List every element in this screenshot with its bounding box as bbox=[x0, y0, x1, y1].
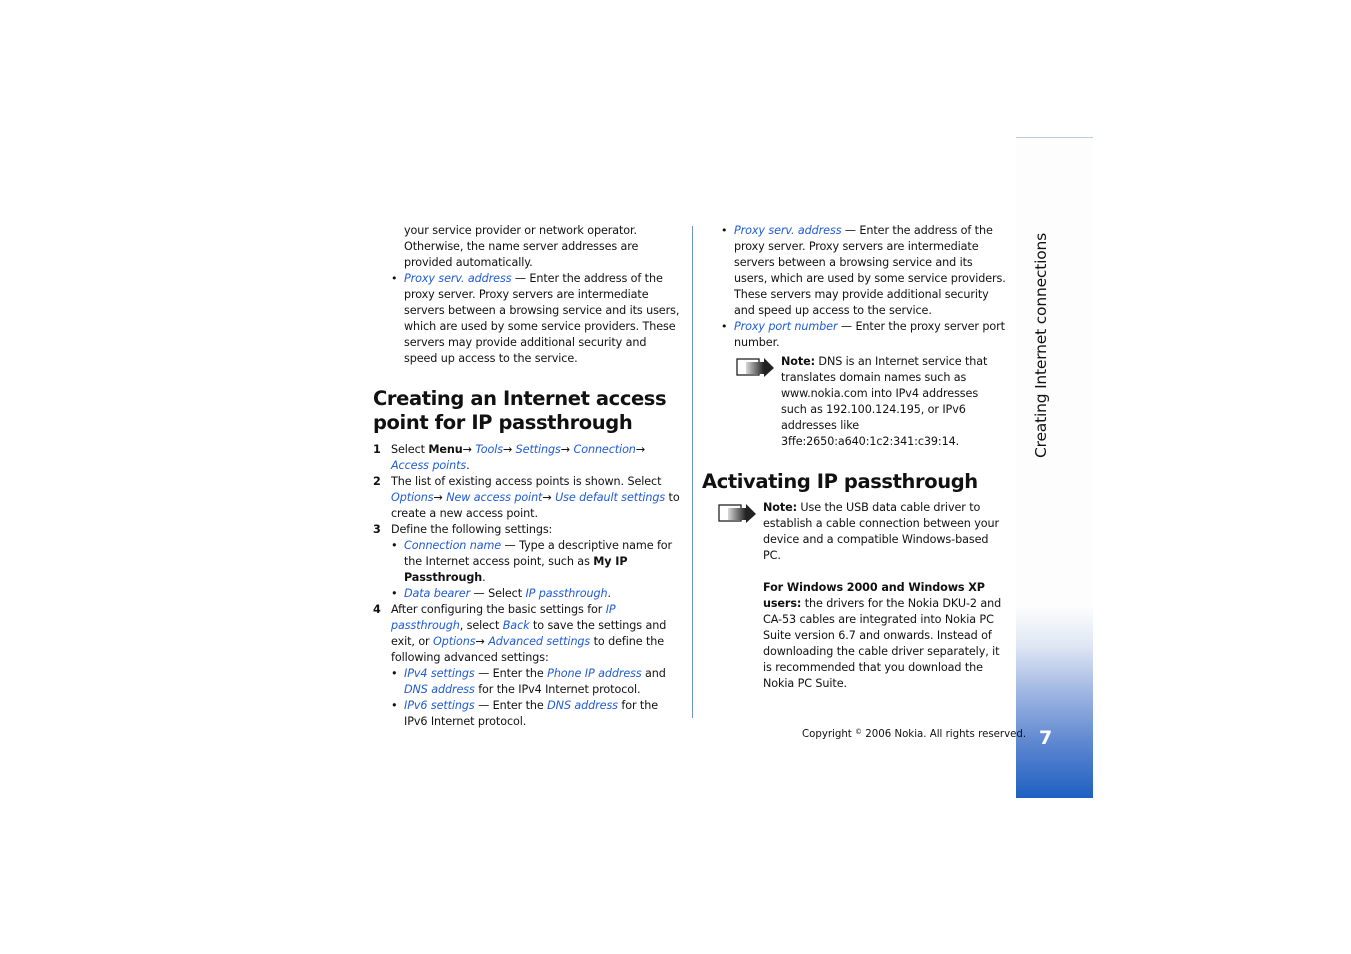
column-divider bbox=[692, 226, 693, 718]
section-heading-activating: Activating IP passthrough bbox=[702, 470, 978, 493]
bullet-text: — Enter the bbox=[474, 667, 548, 680]
step-4: 4 After configuring the basic settings fo… bbox=[373, 602, 683, 666]
arrow: → bbox=[433, 491, 447, 504]
step-text: Select bbox=[391, 443, 429, 456]
note-text: DNS is an Internet service that translat… bbox=[781, 355, 988, 448]
list-item-proxy-address: Proxy serv. address — Enter the address … bbox=[373, 271, 683, 367]
note-text: Use the USB data cable driver to establi… bbox=[763, 501, 1000, 562]
proxy-address-link[interactable]: Proxy serv. address bbox=[734, 224, 842, 237]
right-column: Proxy serv. address — Enter the address … bbox=[702, 223, 1007, 692]
copyright-suffix: 2006 Nokia. All rights reserved. bbox=[865, 729, 1027, 740]
dns-address-link[interactable]: DNS address bbox=[547, 699, 618, 712]
note-label: Note: bbox=[763, 501, 797, 514]
note-arrow-icon bbox=[718, 504, 756, 523]
period: . bbox=[482, 571, 486, 584]
period: . bbox=[466, 459, 470, 472]
new-access-point-link[interactable]: New access point bbox=[446, 491, 542, 504]
phone-ip-address-link[interactable]: Phone IP address bbox=[547, 667, 642, 680]
arrow: → bbox=[560, 443, 574, 456]
list-item-proxy-port: Proxy port number — Enter the proxy serv… bbox=[702, 319, 1007, 351]
step-text: Define the following settings: bbox=[391, 523, 553, 536]
back-link[interactable]: Back bbox=[503, 619, 530, 632]
list-item-ipv6-settings: IPv6 settings — Enter the DNS address fo… bbox=[373, 698, 683, 730]
windows-users-text: the drivers for the Nokia DKU-2 and CA-5… bbox=[763, 597, 1002, 690]
use-default-settings-link[interactable]: Use default settings bbox=[555, 491, 665, 504]
proxy-address-link[interactable]: Proxy serv. address bbox=[404, 272, 512, 285]
access-points-link[interactable]: Access points bbox=[391, 459, 466, 472]
dns-note: Note: DNS is an Internet service that tr… bbox=[702, 354, 1007, 450]
note-arrow-icon bbox=[736, 358, 774, 377]
period: . bbox=[607, 587, 612, 600]
usb-note: Note: Use the USB data cable driver to e… bbox=[702, 500, 1007, 692]
bullet-text: — Enter the address of the proxy server.… bbox=[734, 224, 1006, 317]
proxy-port-link[interactable]: Proxy port number bbox=[734, 320, 838, 333]
step-text: The list of existing access points is sh… bbox=[391, 475, 662, 488]
settings-link[interactable]: Settings bbox=[516, 443, 561, 456]
list-item-connection-name: Connection name — Type a descriptive nam… bbox=[373, 538, 683, 586]
copyright-prefix: Copyright bbox=[802, 729, 852, 740]
step-number: 4 bbox=[373, 603, 381, 616]
bullet-text: — Enter the bbox=[474, 699, 548, 712]
chapter-tab bbox=[1016, 137, 1093, 798]
connection-name-link[interactable]: Connection name bbox=[404, 539, 501, 552]
copyright-symbol: © bbox=[855, 728, 863, 736]
bullet-text: for the IPv4 Internet protocol. bbox=[474, 683, 641, 696]
step-text: , select bbox=[459, 619, 503, 632]
section-heading-create-access-point: Creating an Internet access point for IP… bbox=[373, 387, 667, 434]
arrow: → bbox=[475, 635, 485, 648]
menu-label: Menu bbox=[428, 443, 463, 456]
step-number: 2 bbox=[373, 475, 381, 488]
copyright-notice: Copyright © 2006 Nokia. All rights reser… bbox=[802, 728, 1026, 740]
step-text: After configuring the basic settings for bbox=[391, 603, 606, 616]
arrow: → bbox=[462, 443, 476, 456]
dns-address-link[interactable]: DNS address bbox=[404, 683, 475, 696]
tools-link[interactable]: Tools bbox=[475, 443, 503, 456]
left-column: your service provider or network operato… bbox=[373, 223, 683, 730]
ipv6-settings-link[interactable]: IPv6 settings bbox=[404, 699, 475, 712]
bullet-text: and bbox=[641, 667, 666, 680]
ip-passthrough-link[interactable]: IP passthrough bbox=[525, 587, 607, 600]
options-link[interactable]: Options bbox=[391, 491, 434, 504]
list-item-ipv4-settings: IPv4 settings — Enter the Phone IP addre… bbox=[373, 666, 683, 698]
step-3: 3 Define the following settings: bbox=[373, 522, 683, 538]
advanced-settings-link[interactable]: Advanced settings bbox=[488, 635, 590, 648]
step-1: 1 Select Menu→ Tools→ Settings→ Connectio… bbox=[373, 442, 683, 474]
connection-link[interactable]: Connection bbox=[574, 443, 636, 456]
list-item-proxy-address: Proxy serv. address — Enter the address … bbox=[702, 223, 1007, 319]
step-number: 1 bbox=[373, 443, 381, 456]
page-number: 7 bbox=[1039, 727, 1053, 749]
arrow: → bbox=[542, 491, 556, 504]
note-label: Note: bbox=[781, 355, 815, 368]
data-bearer-link[interactable]: Data bearer bbox=[404, 587, 470, 600]
chapter-title: Creating Internet connections bbox=[1032, 232, 1050, 458]
intro-paragraph: your service provider or network operato… bbox=[404, 224, 639, 269]
list-item-data-bearer: Data bearer — Select IP passthrough. bbox=[373, 586, 683, 602]
step-number: 3 bbox=[373, 523, 381, 536]
arrow: → bbox=[635, 443, 646, 456]
proxy-address-text: — Enter the address of the proxy server.… bbox=[404, 272, 680, 365]
bullet-text: — Select bbox=[470, 587, 526, 600]
step-2: 2 The list of existing access points is s… bbox=[373, 474, 683, 522]
options-link[interactable]: Options bbox=[433, 635, 476, 648]
ipv4-settings-link[interactable]: IPv4 settings bbox=[404, 667, 475, 680]
arrow: → bbox=[502, 443, 516, 456]
